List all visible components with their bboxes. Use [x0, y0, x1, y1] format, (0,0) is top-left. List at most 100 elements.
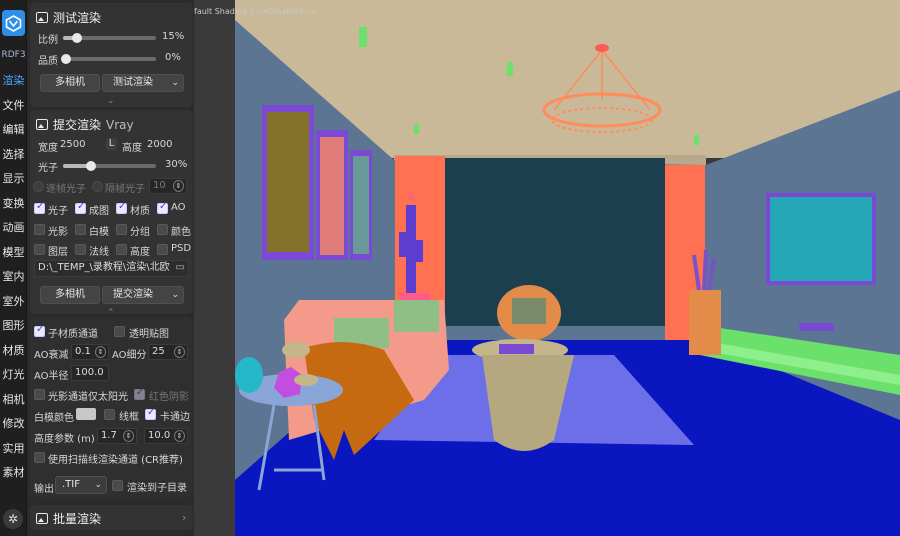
- channel-checkbox[interactable]: [34, 201, 45, 214]
- batch-render-title: 批量渲染: [53, 512, 102, 526]
- height-max-input[interactable]: 10.0 ⇕: [144, 428, 188, 444]
- sidebar-item[interactable]: 变换: [0, 194, 27, 214]
- cartoon-edge-label: 卡通边: [160, 412, 190, 423]
- spinner-icon[interactable]: ⇕: [95, 346, 106, 358]
- channel-checkbox-label: 白模: [89, 226, 109, 238]
- chevron-down-icon: ⌄: [171, 290, 179, 300]
- scanline-label: 使用扫描线渲染通道 (CR推荐): [48, 455, 183, 466]
- batch-render-section[interactable]: 批量渲染 ›: [30, 505, 193, 530]
- app-name-label: RDF3: [1, 50, 26, 60]
- aspect-lock-button[interactable]: L: [106, 138, 117, 150]
- channel-checkbox[interactable]: [157, 244, 168, 255]
- sidebar-item[interactable]: 动画: [0, 218, 27, 238]
- photon-slider-handle[interactable]: [86, 161, 96, 171]
- height-min-input[interactable]: 1.7 ⇕: [97, 428, 137, 444]
- sidebar-item[interactable]: 实用: [0, 439, 27, 459]
- sidebar-item[interactable]: 室外: [0, 292, 27, 312]
- sun-only-checkbox[interactable]: [34, 389, 45, 400]
- channel-checkbox[interactable]: [116, 223, 127, 235]
- channel-checkbox[interactable]: [157, 201, 168, 214]
- spinner-icon[interactable]: ⇕: [123, 430, 134, 442]
- channel-checkbox[interactable]: [34, 223, 45, 235]
- ao-falloff-input[interactable]: 0.1 ⇕: [71, 344, 109, 360]
- quality-slider-handle[interactable]: [61, 54, 71, 64]
- render-options-section: 子材质通道 透明贴图 AO衰减 0.1⇕ AO细分 25⇕ AO半径 100.0…: [30, 317, 193, 497]
- sidebar-item[interactable]: 灯光: [0, 365, 27, 385]
- output-label: 输出: [34, 484, 54, 495]
- sidebar-item[interactable]: 修改: [0, 414, 27, 434]
- ratio-slider-handle[interactable]: [72, 33, 82, 43]
- red-shadow-checkbox[interactable]: [134, 387, 145, 400]
- sidebar-item[interactable]: 材质: [0, 341, 27, 361]
- sidebar-item[interactable]: 素材: [0, 463, 27, 483]
- image-icon: [36, 513, 48, 524]
- output-path-field[interactable]: D:\_TEMP_\录教程\渲染\北欧 ▭: [34, 260, 189, 277]
- scanline-checkbox[interactable]: [34, 452, 45, 463]
- channel-checkbox[interactable]: [157, 223, 168, 235]
- submit-multicam-button[interactable]: 多相机: [40, 286, 100, 304]
- sidebar-item[interactable]: 相机: [0, 390, 27, 410]
- spinner-icon[interactable]: ⇕: [174, 346, 185, 358]
- test-render-dropdown[interactable]: 测试渲染 ⌄: [102, 74, 184, 92]
- app-window: RDF3 渲染 文件 编辑 选择 显示 变换 动画 模型 室内 室外 图形 材质 灯光 相机 修改 实用 素材 …: [0, 0, 900, 536]
- ao-radius-input[interactable]: 100.0: [71, 365, 109, 381]
- cartoon-edge-checkbox[interactable]: [145, 407, 156, 420]
- wireframe-checkbox[interactable]: [104, 409, 115, 420]
- transparent-map-checkbox[interactable]: [114, 326, 125, 337]
- submit-render-section: 提交渲染 Vray 宽度 2500 L 高度 2000 光子 30% 逐帧光子 隔…: [30, 110, 193, 318]
- photon-value: 30%: [165, 159, 188, 170]
- sidebar-item[interactable]: 编辑: [0, 120, 27, 140]
- folder-icon[interactable]: ▭: [176, 261, 185, 275]
- chevron-down-icon: ⌄: [171, 78, 179, 88]
- chevron-right-icon[interactable]: ›: [182, 511, 186, 524]
- ratio-slider[interactable]: [63, 33, 156, 43]
- ao-subdiv-input[interactable]: 25 ⇕: [148, 344, 188, 360]
- quality-label: 品质: [38, 56, 58, 67]
- channel-checkbox[interactable]: [116, 201, 127, 214]
- ratio-value: 15%: [162, 31, 185, 42]
- output-format-dropdown[interactable]: .TIF ⌄: [55, 476, 107, 494]
- quality-slider[interactable]: [61, 54, 156, 64]
- channel-checkbox[interactable]: [75, 223, 86, 235]
- ao-radius-label: AO半径: [34, 371, 69, 382]
- channel-checkbox-label: 成图: [89, 206, 109, 217]
- sidebar-item[interactable]: 图形: [0, 316, 27, 336]
- channel-checkbox[interactable]: [116, 244, 127, 255]
- channel-checkbox[interactable]: [75, 244, 86, 255]
- channel-checkbox-label: 光子: [48, 206, 68, 217]
- settings-gear-icon[interactable]: ✲: [3, 509, 23, 529]
- sidebar-item[interactable]: 室内: [0, 267, 27, 287]
- spinner-icon[interactable]: ⇕: [174, 430, 185, 442]
- sidebar-item[interactable]: 选择: [0, 145, 27, 165]
- per-frame-photon-radio[interactable]: [33, 181, 44, 192]
- per-frame-photon-label: 逐帧光子: [46, 184, 86, 195]
- collapse-chevron-icon[interactable]: ⌄: [107, 96, 115, 106]
- interval-photon-input[interactable]: 10 ⇕: [149, 178, 187, 194]
- channel-checkbox[interactable]: [75, 201, 86, 214]
- test-multicam-button[interactable]: 多相机: [40, 74, 100, 92]
- sidebar-item[interactable]: 显示: [0, 169, 27, 189]
- channel-checkbox[interactable]: [34, 244, 45, 255]
- channel-checkbox-label: 分组: [130, 226, 150, 238]
- submit-render-dropdown[interactable]: 提交渲染 ⌄: [102, 286, 184, 304]
- sidebar-item[interactable]: 文件: [0, 96, 27, 116]
- interval-photon-radio[interactable]: [92, 181, 103, 192]
- sidebar-item[interactable]: 渲染: [0, 71, 27, 91]
- width-input[interactable]: 2500: [60, 139, 85, 150]
- submit-render-dropdown-value: 提交渲染: [113, 289, 153, 300]
- app-logo-icon[interactable]: [2, 10, 25, 36]
- spinner-icon[interactable]: ⇕: [173, 180, 184, 192]
- photon-slider[interactable]: [63, 161, 156, 171]
- render-to-subdir-checkbox[interactable]: [112, 480, 123, 491]
- 3d-viewport[interactable]: fault Shading ] <<Disabled>>: [194, 0, 900, 536]
- height-input[interactable]: 2000: [147, 139, 172, 150]
- white-model-color-swatch[interactable]: [76, 408, 96, 420]
- channel-checkbox-label: 光影: [48, 226, 68, 238]
- sub-material-label: 子材质通道: [48, 329, 98, 340]
- sub-material-checkbox[interactable]: [34, 324, 45, 337]
- sidebar-item[interactable]: 模型: [0, 243, 27, 263]
- channel-checkbox-label: 高度: [130, 247, 150, 258]
- left-tool-bar: RDF3 渲染 文件 编辑 选择 显示 变换 动画 模型 室内 室外 图形 材质 灯光 相机 修改 实用 素材 …: [0, 0, 27, 536]
- test-render-title: 测试渲染: [53, 11, 102, 25]
- channel-checkbox-label: 材质: [130, 206, 150, 217]
